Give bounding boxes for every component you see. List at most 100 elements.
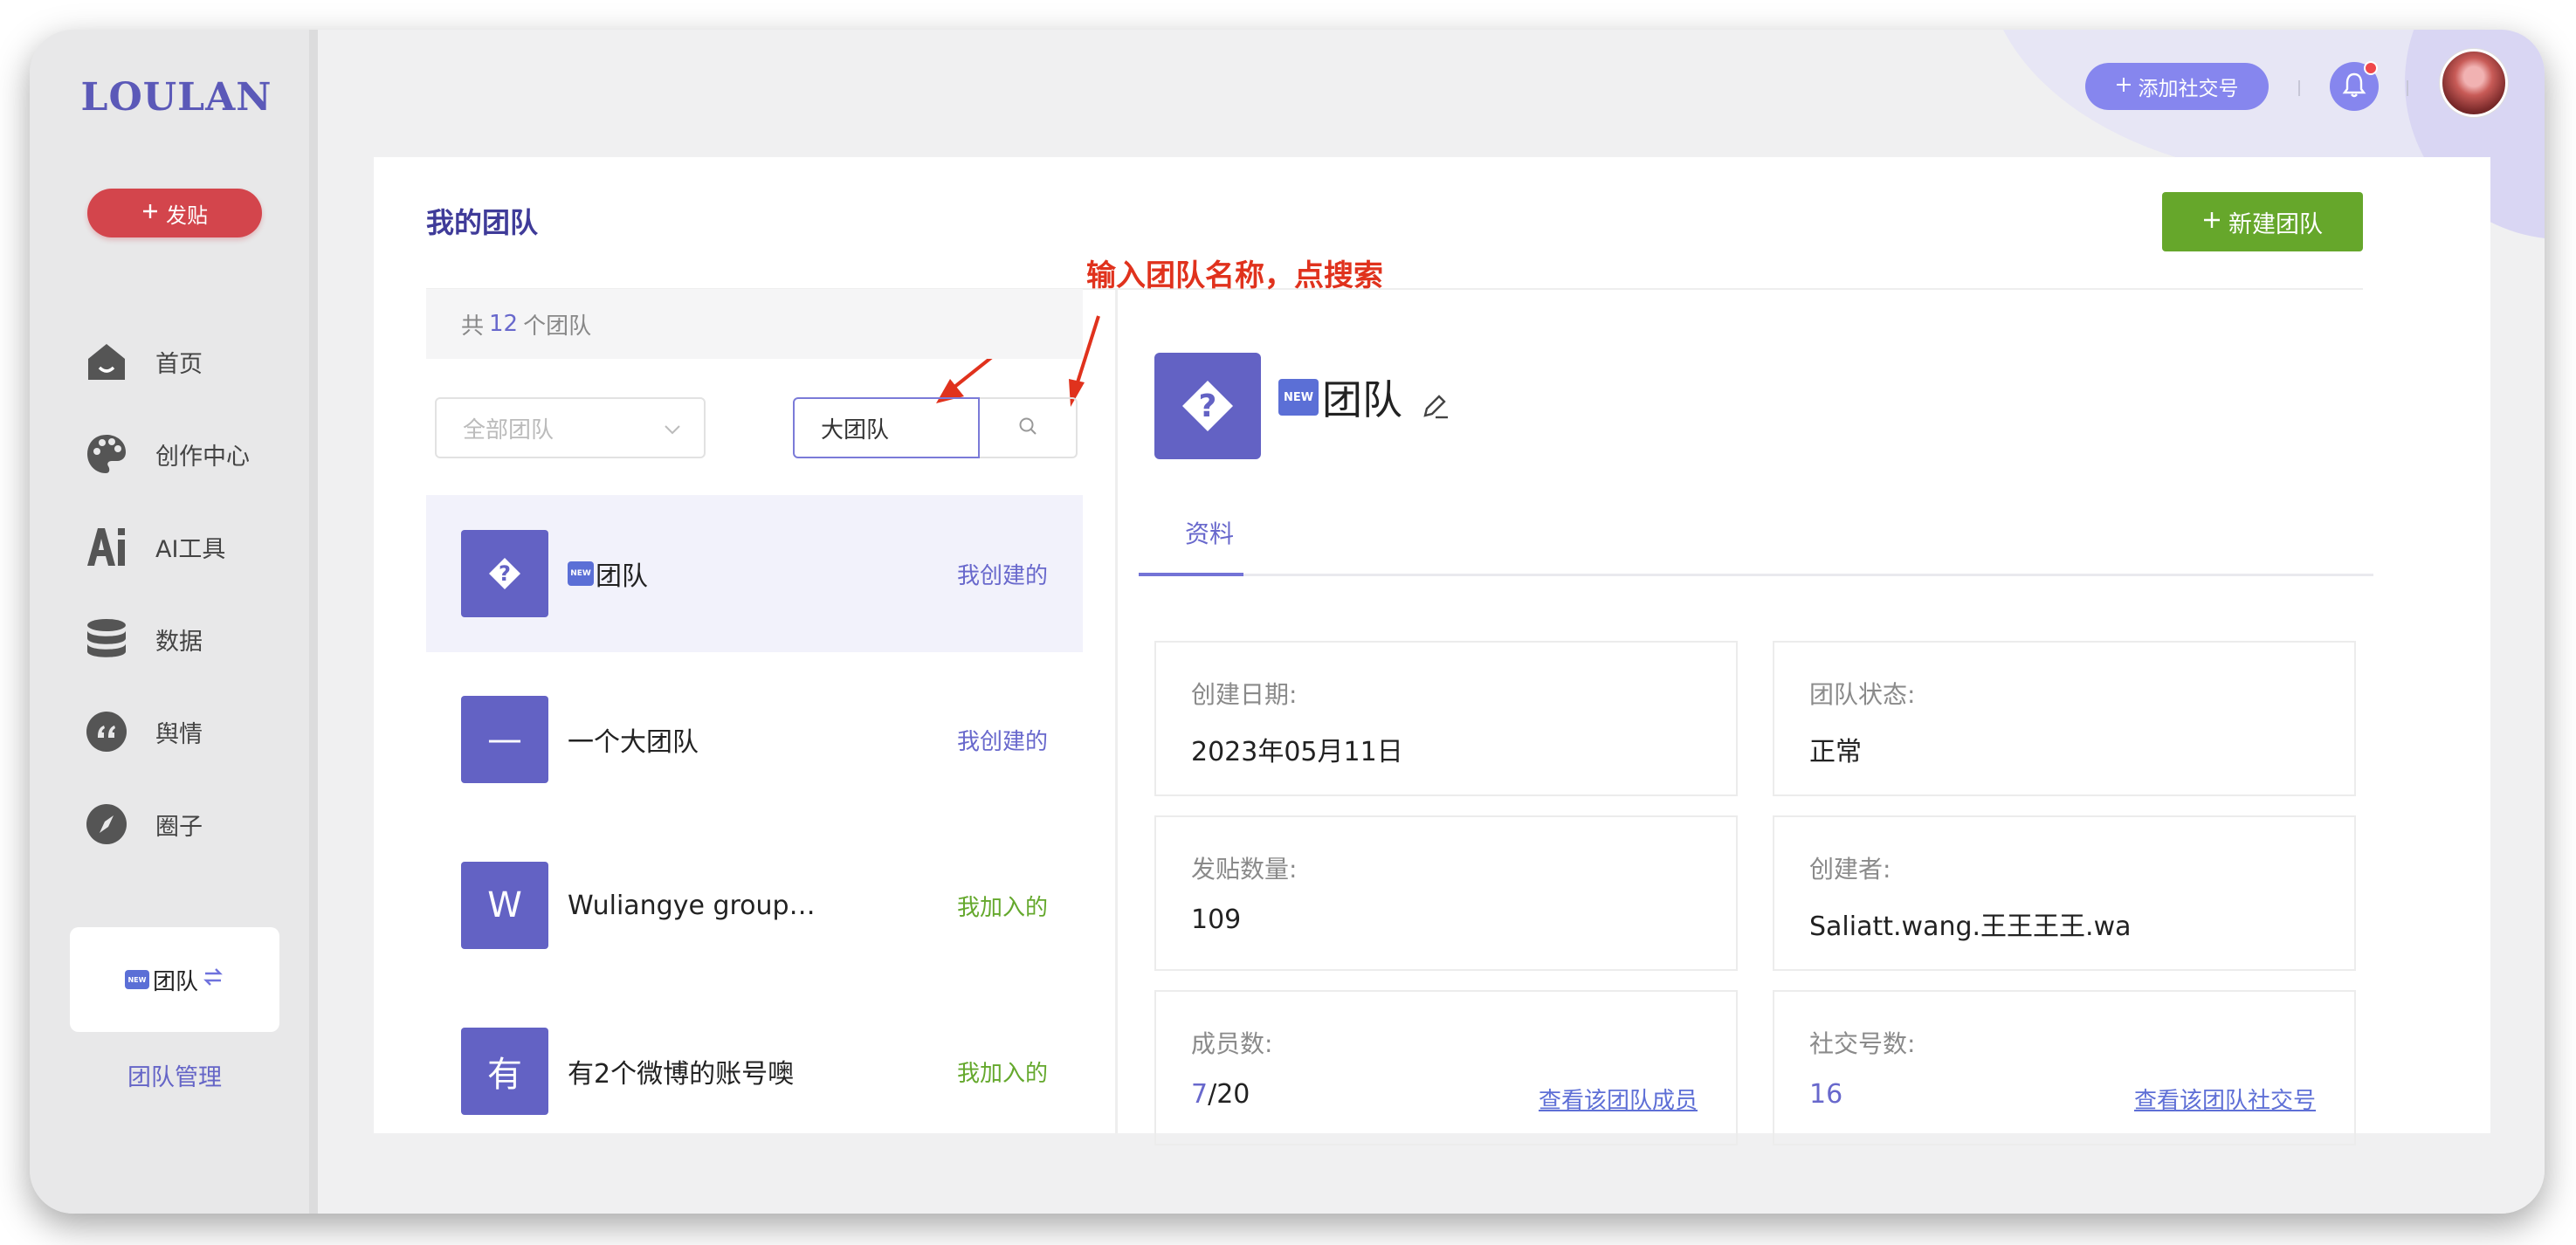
sidebar-item-home[interactable]: 首页: [84, 331, 293, 392]
plus-icon: [2202, 209, 2221, 236]
current-team-name: 团队: [152, 968, 198, 995]
team-role-badge: 我加入的: [956, 894, 1048, 921]
sidebar-item-ai-tools[interactable]: AI工具: [84, 516, 293, 577]
team-name: 有2个微博的账号噢: [568, 1059, 795, 1090]
notification-dot: [2364, 61, 2378, 75]
sidebar-item-label: 舆情: [155, 720, 203, 748]
team-detail-avatar: ?: [1154, 353, 1261, 459]
sidebar-item-creation[interactable]: 创作中心: [84, 423, 293, 485]
info-card-creator: 创建者: Saliatt.wang.王王王王.wa: [1773, 815, 2356, 971]
card-label: 发贴数量:: [1191, 855, 1298, 884]
count-suffix: 个团队: [523, 313, 592, 340]
tab-baseline: [1139, 574, 2373, 576]
sidebar-item-label: 圈子: [155, 813, 203, 841]
team-avatar: 有: [461, 1028, 548, 1115]
tab-profile[interactable]: 资料: [1160, 515, 1259, 561]
team-list-panel: 共 12 个团队 全部团队 大团队 ? NEW 团队 我创建的 — 一个大团队 …: [426, 289, 1083, 1133]
user-avatar[interactable]: [2440, 49, 2508, 117]
count-prefix: 共: [461, 313, 485, 340]
info-card-social-accounts: 社交号数: 16 查看该团队社交号: [1773, 990, 2356, 1145]
sidebar-item-label: 数据: [155, 628, 203, 656]
chevron-down-icon: [664, 415, 681, 441]
new-badge: NEW: [1278, 379, 1319, 416]
compass-icon: [84, 801, 129, 847]
team-filter-select[interactable]: 全部团队: [435, 397, 706, 458]
team-management-link[interactable]: 团队管理: [70, 1058, 279, 1092]
header-separator: [2298, 80, 2300, 96]
team-search-input[interactable]: 大团队: [793, 397, 980, 458]
card-label: 创建日期:: [1191, 680, 1298, 709]
card-value: 109: [1191, 905, 1242, 935]
sidebar-item-data[interactable]: 数据: [84, 609, 293, 670]
team-role-badge: 我创建的: [956, 728, 1048, 755]
team-count: 12: [489, 311, 519, 337]
new-badge: NEW: [124, 970, 149, 989]
new-badge: NEW: [568, 561, 594, 586]
post-button[interactable]: 发贴: [87, 189, 262, 237]
team-name-text: 团队: [596, 561, 648, 592]
current-team-switcher[interactable]: NEW 团队: [70, 927, 279, 1032]
header-separator: [2407, 80, 2408, 96]
edit-icon[interactable]: [1420, 391, 1451, 426]
logo[interactable]: LOULAN: [73, 75, 279, 120]
info-card-post-count: 发贴数量: 109: [1154, 815, 1738, 971]
app-window: LOULAN 发贴 首页 创作中心 AI工具 数据 舆情 圈子 NEW 团队 团…: [30, 30, 2545, 1214]
team-avatar: ?: [461, 530, 548, 617]
ai-icon: [84, 524, 129, 569]
members-total: /20: [1208, 1079, 1250, 1110]
main-content: 我的团队 新建团队 输入团队名称，点搜索 共 12 个团队 全部团队 大团队 ?…: [374, 157, 2490, 1145]
team-list-item[interactable]: — 一个大团队 我创建的: [426, 661, 1083, 818]
team-name: Wuliangye group…: [568, 890, 816, 921]
search-button[interactable]: [980, 397, 1078, 458]
palette-icon: [84, 431, 129, 477]
team-filter-value: 全部团队: [463, 416, 554, 444]
team-name: 一个大团队: [568, 727, 699, 758]
svg-text:?: ?: [499, 561, 511, 586]
new-team-button[interactable]: 新建团队: [2162, 192, 2363, 251]
card-value: 2023年05月11日: [1191, 737, 1403, 767]
team-list-item[interactable]: ? NEW 团队 我创建的: [426, 495, 1083, 652]
home-icon: [84, 339, 129, 384]
add-social-account-button[interactable]: 添加社交号: [2085, 63, 2269, 110]
info-card-created-date: 创建日期: 2023年05月11日: [1154, 641, 1738, 796]
card-value: 7/20: [1191, 1079, 1250, 1110]
members-current: 7: [1191, 1079, 1209, 1110]
bell-icon: [2342, 72, 2366, 101]
sidebar-item-label: 创作中心: [155, 443, 250, 471]
card-label: 创建者:: [1809, 855, 1891, 884]
team-count-bar: 共 12 个团队: [426, 289, 1083, 359]
card-value: 16: [1809, 1079, 1843, 1110]
plus-icon: [141, 201, 159, 225]
quote-icon: [84, 709, 129, 754]
post-button-label: 发贴: [166, 203, 208, 228]
team-avatar: W: [461, 862, 548, 949]
search-icon: [1017, 416, 1038, 440]
sidebar-item-circle[interactable]: 圈子: [84, 794, 293, 855]
tab-active-indicator: [1139, 573, 1243, 576]
team-detail-name: 团队: [1322, 376, 1402, 423]
card-label: 成员数:: [1191, 1029, 1273, 1058]
add-social-label: 添加社交号: [2138, 78, 2239, 100]
info-card-members: 成员数: 7/20 查看该团队成员: [1154, 990, 1738, 1145]
panel-divider: [1115, 289, 1118, 1133]
sidebar-item-label: 首页: [155, 350, 203, 378]
info-card-status: 团队状态: 正常: [1773, 641, 2356, 796]
team-detail-title: NEW 团队: [1278, 368, 1402, 426]
database-icon: [84, 616, 129, 662]
team-role-badge: 我创建的: [956, 562, 1048, 589]
new-team-label: 新建团队: [2228, 210, 2323, 238]
view-members-link[interactable]: 查看该团队成员: [1539, 1083, 1698, 1115]
team-avatar: —: [461, 696, 548, 783]
sidebar-item-sentiment[interactable]: 舆情: [84, 701, 293, 762]
team-list-item[interactable]: W Wuliangye group… 我加入的: [426, 827, 1083, 984]
sidebar-item-label: AI工具: [155, 535, 226, 563]
team-list-item[interactable]: 有 有2个微博的账号噢 我加入的: [426, 993, 1083, 1150]
team-name: NEW 团队: [568, 554, 648, 593]
plus-icon: [2116, 75, 2132, 98]
team-role-badge: 我加入的: [956, 1060, 1048, 1087]
switch-icon[interactable]: [202, 966, 224, 993]
svg-text:?: ?: [1199, 389, 1217, 424]
card-label: 社交号数:: [1809, 1029, 1916, 1058]
card-value: Saliatt.wang.王王王王.wa: [1809, 911, 2132, 942]
view-social-accounts-link[interactable]: 查看该团队社交号: [2134, 1083, 2316, 1115]
